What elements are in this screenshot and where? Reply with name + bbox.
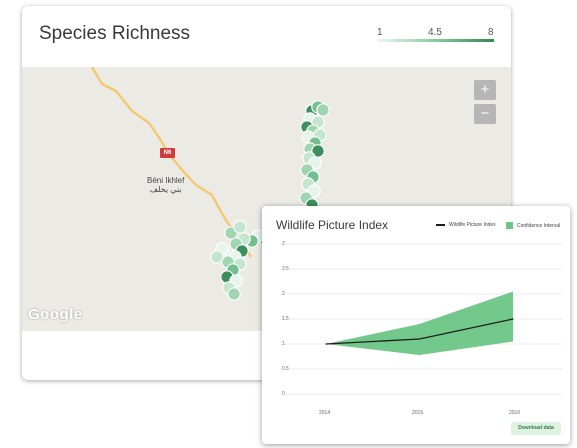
- confidence-band: [326, 291, 513, 355]
- color-scale-bar: [378, 39, 494, 42]
- scale-mid-label: 4.5: [428, 27, 442, 38]
- wildlife-picture-index-card: Wildlife Picture Index Wildlife Picture …: [262, 206, 570, 444]
- species-richness-title: Species Richness: [39, 23, 191, 44]
- x-tick-label: 2016: [509, 410, 521, 416]
- x-tick-label: 2014: [319, 410, 331, 416]
- map-marker: [316, 103, 330, 117]
- wpi-chart: [280, 243, 562, 395]
- zoom-in-button[interactable]: +: [474, 80, 496, 100]
- scale-min-label: 1: [377, 27, 383, 38]
- scale-max-label: 8: [488, 27, 494, 38]
- index-point: [325, 343, 327, 345]
- index-point: [418, 338, 421, 340]
- zoom-out-button[interactable]: −: [474, 104, 496, 124]
- google-logo: Google: [28, 306, 83, 323]
- download-data-button[interactable]: Download data: [511, 422, 561, 435]
- map-marker: [233, 220, 247, 234]
- map-marker: [210, 250, 224, 264]
- index-point: [512, 318, 514, 320]
- map-marker: [227, 287, 241, 301]
- x-tick-label: 2015: [412, 410, 424, 416]
